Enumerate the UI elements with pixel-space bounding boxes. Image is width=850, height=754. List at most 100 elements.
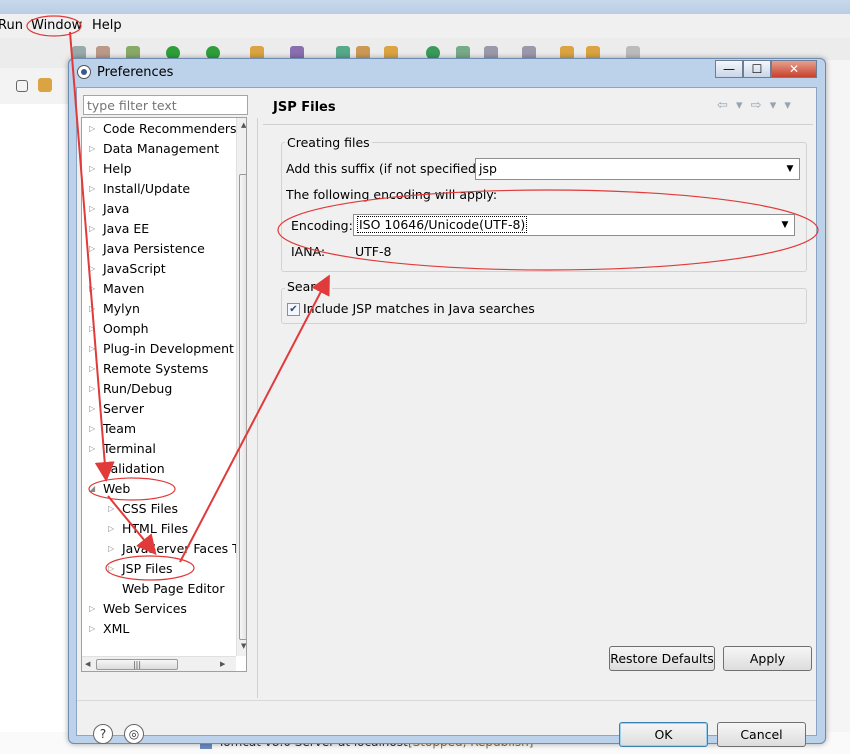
workbench-editor-area xyxy=(822,60,850,740)
import-export-icon[interactable]: ◎ xyxy=(124,724,144,744)
maximize-button[interactable]: ☐ xyxy=(743,60,771,78)
suffix-combo[interactable]: jsp ▼ xyxy=(475,158,800,180)
tree-item-label: Java Persistence xyxy=(103,241,205,256)
dialog-client-area: ▷ XML ▷ Web Services Web Page Editor ▷ JSP Fil… xyxy=(76,87,817,747)
expand-twisty-icon[interactable]: ▷ xyxy=(89,420,95,438)
expand-twisty-icon[interactable]: ▷ xyxy=(89,320,95,338)
horizontal-scroll-thumb[interactable]: ||| xyxy=(96,659,178,670)
scroll-left-icon[interactable]: ◀ xyxy=(85,660,90,668)
tree-item-label: Code Recommenders xyxy=(103,121,237,136)
workbench-view-toolbar xyxy=(0,68,70,104)
eclipse-icon xyxy=(77,65,91,79)
tree-item-label: Remote Systems xyxy=(103,361,209,376)
search-group-label: Search xyxy=(285,279,332,294)
tree-item-label: JSP Files xyxy=(122,561,173,576)
suffix-value: jsp xyxy=(479,161,497,176)
tree-item-label: JavaScript xyxy=(103,261,166,276)
expand-twisty-icon[interactable]: ▷ xyxy=(89,260,95,278)
tree-item-label: Oomph xyxy=(103,321,149,336)
encoding-combo[interactable]: ISO 10646/Unicode(UTF-8) ▼ xyxy=(353,214,795,236)
tree-item-label: Install/Update xyxy=(103,181,191,196)
filter-input[interactable] xyxy=(83,95,248,115)
tree-item-label: Team xyxy=(103,421,137,436)
tree-item-label: Java EE xyxy=(103,221,150,236)
expand-twisty-icon[interactable]: ▷ xyxy=(89,620,95,638)
expand-twisty-icon[interactable]: ▷ xyxy=(89,600,95,618)
expand-twisty-icon[interactable]: ▷ xyxy=(108,540,114,558)
expand-twisty-icon[interactable]: ▷ xyxy=(89,160,95,178)
expand-twisty-icon[interactable]: ▷ xyxy=(89,400,95,418)
tree-item-label: Data Management xyxy=(103,141,220,156)
creating-files-label: Creating files xyxy=(285,135,372,150)
apply-button[interactable]: Apply xyxy=(723,646,812,671)
scroll-up-icon[interactable]: ▲ xyxy=(241,121,246,129)
help-icon[interactable]: ? xyxy=(93,724,113,744)
preference-tree: ▷ XML ▷ Web Services Web Page Editor ▷ JSP Fil… xyxy=(81,117,247,672)
workbench-title-bar xyxy=(0,0,850,14)
page-title: JSP Files xyxy=(273,100,336,115)
workbench-menu-bar: Run Window Help xyxy=(0,14,850,38)
collapse-all-icon[interactable] xyxy=(16,80,28,92)
cancel-button[interactable]: Cancel xyxy=(717,722,806,747)
iana-label: IANA: xyxy=(291,244,326,259)
tree-vertical-scrollbar[interactable]: ▲ ▼ xyxy=(236,118,246,656)
expand-twisty-icon[interactable]: ▷ xyxy=(89,120,95,138)
minimize-button[interactable]: — xyxy=(715,60,743,78)
pane-divider[interactable] xyxy=(257,118,258,698)
expand-twisty-icon[interactable]: ▷ xyxy=(89,300,95,318)
encoding-label: Encoding: xyxy=(291,218,353,233)
tree-item-label: Run/Debug xyxy=(103,381,173,396)
encoding-value: ISO 10646/Unicode(UTF-8) xyxy=(357,216,528,233)
expand-twisty-icon[interactable]: ▷ xyxy=(89,340,95,358)
tree-item-label: Validation xyxy=(103,461,165,476)
expand-twisty-icon[interactable]: ▷ xyxy=(89,360,95,378)
expand-twisty-icon[interactable]: ▷ xyxy=(89,180,95,198)
scroll-right-icon[interactable]: ▶ xyxy=(220,660,225,668)
title-separator xyxy=(263,124,813,125)
tree-horizontal-scrollbar[interactable]: ◀ ||| ▶ xyxy=(82,656,236,671)
include-jsp-label[interactable]: Include JSP matches in Java searches xyxy=(303,301,535,316)
ok-button[interactable]: OK xyxy=(619,722,708,747)
footer-separator xyxy=(77,700,816,701)
iana-value: UTF-8 xyxy=(355,244,392,259)
tree-item-label: XML xyxy=(103,621,130,636)
expand-twisty-icon[interactable]: ▷ xyxy=(108,500,114,518)
expand-twisty-icon[interactable]: ▷ xyxy=(89,280,95,298)
tree-item-label: Mylyn xyxy=(103,301,140,316)
tree-item-label: CSS Files xyxy=(122,501,178,516)
include-jsp-checkbox[interactable]: ✔ xyxy=(287,303,300,316)
expand-twisty-icon[interactable]: ▷ xyxy=(89,240,95,258)
tree-item-label: JavaServer Faces T xyxy=(122,541,240,556)
dialog-title: Preferences xyxy=(97,65,174,80)
tree-item-label: Web Services xyxy=(103,601,187,616)
menu-window[interactable]: Window xyxy=(31,18,82,33)
expand-twisty-icon[interactable]: ▷ xyxy=(89,220,95,238)
tree-item-label: Terminal xyxy=(103,441,156,456)
tree-item-label: HTML Files xyxy=(122,521,189,536)
chevron-down-icon[interactable]: ▼ xyxy=(781,159,799,179)
expand-twisty-icon[interactable]: ▷ xyxy=(89,140,95,158)
tree-item-label: Help xyxy=(103,161,132,176)
scroll-down-icon[interactable]: ▼ xyxy=(241,642,246,650)
close-button[interactable]: ✕ xyxy=(771,60,817,78)
expanded-twisty-icon[interactable]: ◢ xyxy=(89,480,95,498)
restore-defaults-button[interactable]: Restore Defaults xyxy=(609,646,715,671)
expand-twisty-icon[interactable]: ▷ xyxy=(89,380,95,398)
link-editor-icon[interactable] xyxy=(38,78,52,92)
expand-twisty-icon[interactable]: ▷ xyxy=(108,560,114,578)
expand-twisty-icon[interactable]: ▷ xyxy=(89,440,95,458)
tree-item-label: Web Page Editor xyxy=(122,581,225,596)
menu-help[interactable]: Help xyxy=(92,18,122,33)
vertical-scroll-thumb[interactable] xyxy=(239,174,246,640)
history-navigation-icon[interactable]: ⇦ ▾ ⇨ ▾ ▾ xyxy=(717,98,793,113)
tree-item-label: Server xyxy=(103,401,144,416)
preferences-dialog: Preferences — ☐ ✕ ▷ XML ▷ Web Services Web P… xyxy=(68,58,826,747)
expand-twisty-icon[interactable]: ▷ xyxy=(108,520,114,538)
chevron-down-icon[interactable]: ▼ xyxy=(776,215,794,235)
tree-item-label: Maven xyxy=(103,281,145,296)
menu-run[interactable]: Run xyxy=(0,18,23,33)
expand-twisty-icon[interactable]: ▷ xyxy=(89,200,95,218)
suffix-label: Add this suffix (if not specified): xyxy=(286,161,486,176)
encoding-note: The following encoding will apply: xyxy=(286,187,498,202)
tree-item-label: Plug-in Development xyxy=(103,341,234,356)
